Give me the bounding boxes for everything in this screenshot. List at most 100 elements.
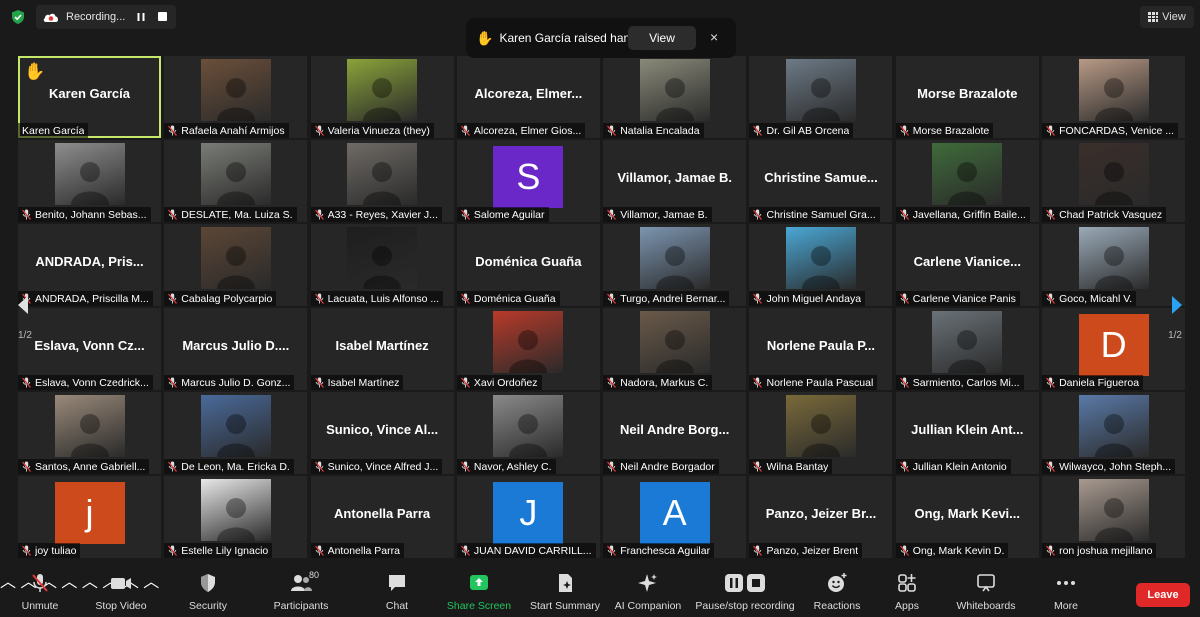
muted-microphone-icon	[32, 574, 48, 592]
participant-tile[interactable]: Javellana, Griffin Baile...	[895, 140, 1039, 222]
next-page-arrow-icon[interactable]	[1170, 295, 1184, 315]
encryption-shield-icon[interactable]	[10, 9, 26, 25]
participant-tile[interactable]: D Daniela Figueroa	[1042, 308, 1186, 390]
participant-tile[interactable]: A Franchesca Aguilar	[603, 476, 747, 558]
leave-button[interactable]: Leave	[1136, 583, 1190, 607]
start-summary-button[interactable]: Start Summary	[520, 572, 610, 612]
participant-tile[interactable]: DESLATE, Ma. Luiza S.	[164, 140, 308, 222]
more-button[interactable]: More	[1021, 572, 1111, 612]
participant-name-label: Cabalag Polycarpio	[164, 291, 277, 306]
participant-video	[932, 311, 1003, 373]
participant-tile[interactable]: Benito, Johann Sebas...	[18, 140, 161, 222]
participant-tile[interactable]: Antonella Parra Antonella Parra	[310, 476, 454, 558]
whiteboards-button[interactable]: Whiteboards	[941, 572, 1031, 612]
apps-button[interactable]: Apps	[862, 572, 952, 612]
pause-stop-recording-button[interactable]: Pause/stop recording	[695, 572, 795, 612]
notification-view-button[interactable]: View	[628, 26, 696, 50]
muted-microphone-icon	[753, 125, 763, 136]
participant-name: Benito, Johann Sebas...	[35, 208, 147, 221]
participant-tile[interactable]: Sarmiento, Carlos Mi...	[895, 308, 1039, 390]
recording-indicator[interactable]: Recording...	[36, 5, 176, 29]
participant-tile[interactable]: j joy tuliao	[18, 476, 161, 558]
participant-display-name: Villamor, Jamae B.	[617, 170, 733, 185]
previous-page-arrow-icon[interactable]	[16, 295, 30, 315]
participant-tile[interactable]: Goco, Micahl V.	[1042, 224, 1186, 306]
participant-tile[interactable]: Wilwayco, John Steph...	[1042, 392, 1186, 474]
view-button[interactable]: View	[1140, 6, 1194, 28]
participant-tile[interactable]: Morse Brazalote Morse Brazalote	[895, 56, 1039, 138]
avatar-initial: A	[662, 492, 687, 533]
participant-tile[interactable]: Dr. Gil AB Orcena	[749, 56, 893, 138]
participant-tile[interactable]: Chad Patrick Vasquez	[1042, 140, 1186, 222]
participant-tile[interactable]: Xavi Ordoñez	[456, 308, 600, 390]
participants-button[interactable]: 80 Participants	[256, 570, 346, 612]
participant-name-label: Carlene Vianice Panis	[895, 291, 1020, 306]
participant-tile[interactable]: Isabel Martínez Isabel Martínez	[310, 308, 454, 390]
participant-name: De Leon, Ma. Ericka D.	[181, 460, 290, 473]
participant-tile[interactable]: Wilna Bantay	[749, 392, 893, 474]
participant-tile[interactable]: Santos, Anne Gabriell...	[18, 392, 161, 474]
participant-tile[interactable]: Jullian Klein Ant... Jullian Klein Antoni…	[895, 392, 1039, 474]
avatar-initial: S	[516, 156, 541, 197]
participant-tile[interactable]: Nadora, Markus C.	[603, 308, 747, 390]
stop-recording-icon[interactable]	[158, 12, 167, 21]
participant-tile[interactable]: ANDRADA, Pris... ANDRADA, Priscilla M...	[18, 224, 161, 306]
participant-tile[interactable]: Christine Samue... Christine Samuel Gra..…	[749, 140, 893, 222]
participant-tile[interactable]: ✋ Karen García Karen García	[18, 56, 161, 138]
participant-name-label: Nadora, Markus C.	[603, 375, 713, 390]
page-indicator-left: 1/2	[18, 330, 32, 341]
share-screen-button[interactable]: Share Screen	[434, 572, 524, 612]
person-silhouette-icon	[70, 162, 109, 205]
participant-tile[interactable]: J JUAN DAVID CARRILL...	[456, 476, 600, 558]
participant-display-name: Neil Andre Borg...	[620, 422, 730, 437]
participant-tile[interactable]: Cabalag Polycarpio	[164, 224, 308, 306]
person-silhouette-icon	[70, 414, 109, 457]
unmute-button[interactable]: Unmute	[0, 572, 85, 612]
participant-tile[interactable]: Natalia Encalada	[603, 56, 747, 138]
participant-tile[interactable]: Norlene Paula P... Norlene Paula Pascual	[749, 308, 893, 390]
participant-display-name: Alcoreza, Elmer...	[474, 86, 583, 101]
person-silhouette-icon	[1094, 414, 1133, 457]
participant-name: Doménica Guaña	[473, 292, 556, 305]
participant-name-label: Villamor, Jamae B.	[603, 207, 712, 222]
recording-label: Recording...	[66, 11, 126, 23]
participant-tile[interactable]: John Miguel Andaya	[749, 224, 893, 306]
participant-tile[interactable]: Panzo, Jeizer Br... Panzo, Jeizer Brent	[749, 476, 893, 558]
participant-tile[interactable]: Villamor, Jamae B. Villamor, Jamae B.	[603, 140, 747, 222]
participant-tile[interactable]: Lacuata, Luis Alfonso ...	[310, 224, 454, 306]
participant-tile[interactable]: Ong, Mark Kevi... Ong, Mark Kevin D.	[895, 476, 1039, 558]
participant-tile[interactable]: Navor, Ashley C.	[456, 392, 600, 474]
participant-tile[interactable]: Carlene Vianice... Carlene Vianice Panis	[895, 224, 1039, 306]
participant-tile[interactable]: A33 - Reyes, Xavier J...	[310, 140, 454, 222]
participant-tile[interactable]: S Salome Aguilar	[456, 140, 600, 222]
participant-tile[interactable]: Valeria Vinueza (they)	[310, 56, 454, 138]
participant-video	[1078, 227, 1149, 289]
participant-display-name: Doménica Guaña	[475, 254, 582, 269]
participant-tile[interactable]: FONCARDAS, Venice ...	[1042, 56, 1186, 138]
participant-tile[interactable]: Alcoreza, Elmer... Alcoreza, Elmer Gios..…	[456, 56, 600, 138]
stop-video-button[interactable]: Stop Video	[76, 572, 166, 612]
participant-name: Navor, Ashley C.	[473, 460, 552, 473]
muted-microphone-icon	[314, 545, 324, 556]
participant-tile[interactable]: Rafaela Anahí Armijos	[164, 56, 308, 138]
participant-tile[interactable]: De Leon, Ma. Ericka D.	[164, 392, 308, 474]
participant-tile[interactable]: Sunico, Vince Al... Sunico, Vince Alfred …	[310, 392, 454, 474]
participant-tile[interactable]: Eslava, Vonn Cz... Eslava, Vonn Czedrick.…	[18, 308, 161, 390]
participant-name: Daniela Figueroa	[1059, 376, 1140, 389]
chat-button[interactable]: Chat	[352, 572, 442, 612]
participant-tile[interactable]: Estelle Lily Ignacio	[164, 476, 308, 558]
pause-recording-icon[interactable]	[136, 12, 146, 22]
more-label: More	[1054, 600, 1078, 612]
participant-tile[interactable]: Doménica Guaña Doménica Guaña	[456, 224, 600, 306]
participant-tile[interactable]: Turgo, Andrei Bernar...	[603, 224, 747, 306]
ai-companion-button[interactable]: AI Companion	[603, 572, 693, 612]
security-button[interactable]: Security	[163, 572, 253, 612]
participant-video	[347, 59, 418, 121]
participant-avatar: J	[493, 482, 564, 544]
muted-microphone-icon	[22, 545, 31, 556]
participant-tile[interactable]: Marcus Julio D.... Marcus Julio D. Gonz..…	[164, 308, 308, 390]
participant-tile[interactable]: Neil Andre Borg... Neil Andre Borgador	[603, 392, 747, 474]
participant-name-label: Sunico, Vince Alfred J...	[310, 459, 443, 474]
participant-tile[interactable]: ron joshua mejillano	[1042, 476, 1186, 558]
notification-close-icon[interactable]: ×	[710, 29, 718, 45]
